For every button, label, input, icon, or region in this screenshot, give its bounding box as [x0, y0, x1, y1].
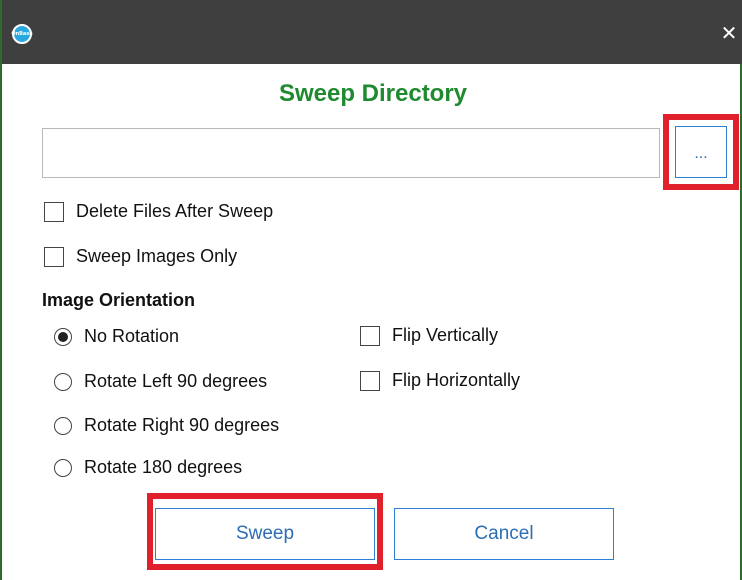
radio-button[interactable] — [54, 416, 72, 435]
radio-rotate-left-90[interactable]: Rotate Left 90 degrees — [54, 371, 267, 392]
flip-horizontally-checkbox[interactable] — [360, 370, 380, 391]
flip-vertically-checkbox[interactable] — [360, 325, 380, 346]
flip-horizontally-label: Flip Horizontally — [392, 370, 521, 390]
radio-button-selected[interactable] — [54, 327, 72, 346]
delete-files-checkbox[interactable] — [44, 201, 64, 222]
close-button[interactable]: ✕ — [714, 18, 742, 48]
directory-path-input[interactable] — [42, 128, 660, 178]
radio-button[interactable] — [54, 372, 72, 391]
image-orientation-heading: Image Orientation — [42, 290, 196, 310]
app-icon-text: OnBase — [11, 31, 33, 37]
radio-label: Rotate Left 90 degrees — [84, 371, 268, 391]
browse-button-highlight — [663, 114, 739, 190]
radio-label: No Rotation — [84, 326, 180, 346]
sweep-images-only-checkbox[interactable] — [44, 246, 64, 267]
dialog-title: Sweep Directory — [278, 80, 468, 107]
sweep-directory-dialog: OnBase ✕ Sweep Directory ... Delete File… — [0, 0, 742, 580]
radio-label: Rotate 180 degrees — [84, 457, 243, 477]
flip-vertically-option[interactable]: Flip Vertically — [360, 325, 498, 346]
delete-files-after-sweep-option[interactable]: Delete Files After Sweep — [44, 201, 273, 222]
cancel-button[interactable]: Cancel — [394, 508, 614, 560]
close-icon: ✕ — [720, 21, 738, 45]
flip-horizontally-option[interactable]: Flip Horizontally — [360, 370, 520, 391]
onbase-logo-icon: OnBase — [11, 24, 33, 44]
title-bar: OnBase ✕ — [2, 0, 742, 64]
sweep-button-highlight — [147, 493, 383, 570]
radio-label: Rotate Right 90 degrees — [84, 415, 280, 435]
flip-vertically-label: Flip Vertically — [392, 325, 499, 345]
radio-rotate-180[interactable]: Rotate 180 degrees — [54, 457, 242, 478]
radio-rotate-right-90[interactable]: Rotate Right 90 degrees — [54, 415, 279, 436]
sweep-images-only-label: Sweep Images Only — [76, 246, 238, 266]
sweep-images-only-option[interactable]: Sweep Images Only — [44, 246, 237, 267]
cancel-button-label: Cancel — [474, 523, 534, 544]
delete-files-label: Delete Files After Sweep — [76, 201, 274, 221]
radio-no-rotation[interactable]: No Rotation — [54, 326, 179, 347]
radio-button[interactable] — [54, 458, 72, 477]
